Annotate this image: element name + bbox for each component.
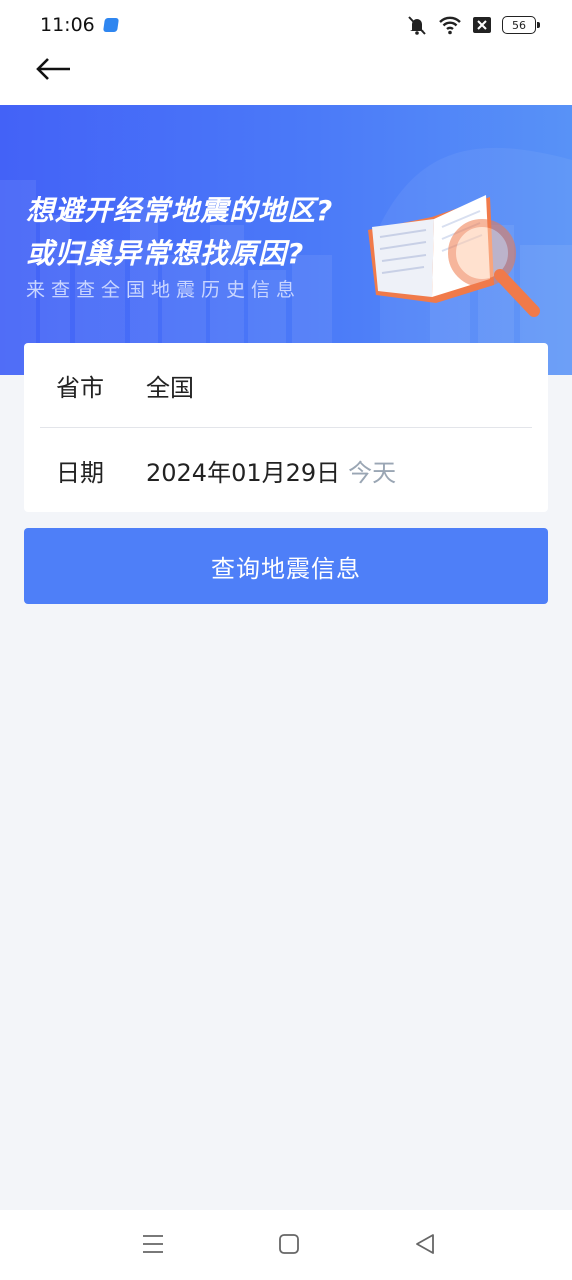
wifi-icon <box>439 16 461 35</box>
no-sim-icon <box>473 17 491 33</box>
battery-level: 56 <box>512 18 526 32</box>
region-selector-row[interactable]: 省市 全国 <box>24 343 548 427</box>
system-nav-bar <box>0 1210 572 1280</box>
hero-banner: 想避开经常地震的地区? 或归巢异常想找原因? 来查查全国地震历史信息 <box>0 105 572 375</box>
status-time: 11:06 <box>40 14 95 36</box>
top-nav <box>0 50 572 105</box>
date-value-group[interactable]: 2024年01月29日 今天 <box>146 453 396 488</box>
arrow-left-icon[interactable] <box>34 56 74 82</box>
banner-subtitle: 来查查全国地震历史信息 <box>26 279 302 301</box>
date-label: 日期 <box>56 458 104 487</box>
app-notification-icon <box>103 18 119 32</box>
mute-bell-icon <box>408 16 426 35</box>
menu-icon[interactable] <box>142 1232 164 1256</box>
banner-headline-2: 或归巢异常想找原因? <box>26 237 305 270</box>
status-icons: 56 <box>406 14 540 36</box>
region-label: 省市 <box>56 373 104 402</box>
book-magnifier-illustration <box>368 195 540 317</box>
date-selector-row[interactable]: 日期 2024年01月29日 今天 <box>24 428 548 512</box>
back-triangle-icon[interactable] <box>414 1232 436 1256</box>
banner-headline-1: 想避开经常地震的地区? <box>26 194 334 227</box>
status-bar: 11:06 56 <box>0 0 572 50</box>
query-earthquake-button[interactable]: 查询地震信息 <box>24 528 548 604</box>
home-square-icon[interactable] <box>278 1232 300 1256</box>
date-hint: 今天 <box>348 458 397 487</box>
battery-icon: 56 <box>502 16 540 34</box>
region-value[interactable]: 全国 <box>146 368 194 403</box>
query-form-card: 省市 全国 日期 2024年01月29日 今天 <box>24 343 548 512</box>
date-value: 2024年01月29日 <box>146 458 341 487</box>
